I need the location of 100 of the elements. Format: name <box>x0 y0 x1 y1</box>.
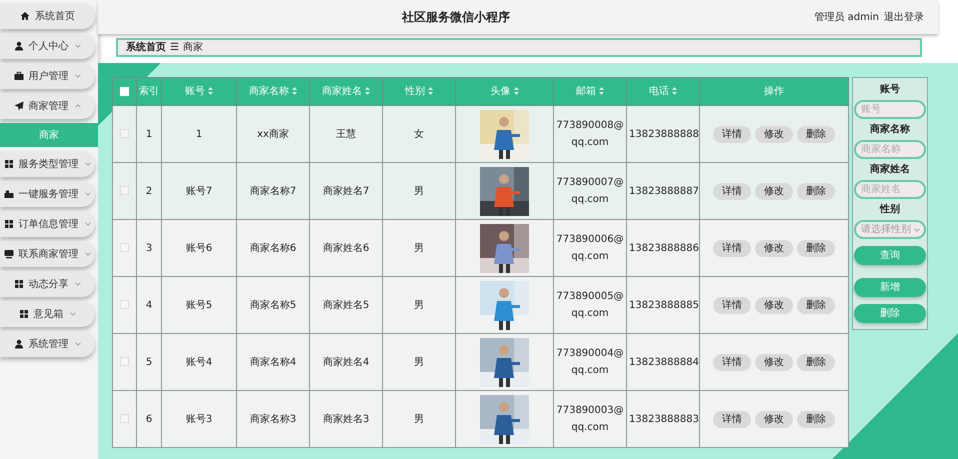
owner-name-cell: 王慧 <box>336 128 356 140</box>
sidebar-item[interactable]: 联系商家管理 <box>0 241 95 267</box>
phone-cell: 13823888883 <box>629 414 699 424</box>
breadcrumb-link[interactable]: 商家 <box>182 40 203 55</box>
person-icon <box>14 339 24 349</box>
field-label: 商家姓名 <box>870 162 910 177</box>
index-cell: 5 <box>146 356 152 368</box>
shop-name-cell: 商家名称4 <box>250 356 296 368</box>
email-cell: 773890007@qq.com <box>556 177 624 205</box>
app-title: 社区服务微信小程序 <box>400 9 512 26</box>
account-cell: 账号3 <box>186 414 212 424</box>
send-icon <box>14 101 24 111</box>
index-cell: 2 <box>146 186 152 196</box>
phone-cell: 13823888887 <box>629 186 699 196</box>
owner-name-cell: 商家姓名7 <box>322 186 370 196</box>
sidebar-item[interactable]: 系统管理 <box>0 331 95 357</box>
shop-name-cell: 商家名称5 <box>250 300 296 310</box>
breadcrumb-link[interactable]: 系统首页 <box>126 40 166 55</box>
sidebar-item[interactable]: 系统首页 <box>0 3 95 29</box>
grid-icon <box>18 309 28 319</box>
account-cell: 账号7 <box>186 186 212 196</box>
row-checkbox[interactable] <box>120 186 129 196</box>
email-cell: 773890008@qq.com <box>556 120 624 148</box>
action-button[interactable]: 详情 <box>713 126 751 142</box>
breadcrumb-separator: ☰ <box>170 41 179 55</box>
field-label: 商家名称 <box>870 122 910 137</box>
action-button[interactable]: 删除 <box>797 182 835 200</box>
shop-name-cell: 商家名称7 <box>250 186 296 196</box>
gender-cell: 男 <box>414 414 424 424</box>
chevron-icon <box>913 226 921 234</box>
email-cell: 773890005@qq.com <box>556 291 624 319</box>
shop-name-cell: xx商家 <box>257 128 289 140</box>
index-cell: 4 <box>146 300 152 310</box>
sidebar-item[interactable]: 用户管理 <box>0 63 95 89</box>
action-button[interactable]: 修改 <box>755 126 793 142</box>
sort-icon[interactable] <box>365 87 370 96</box>
action-button[interactable]: 修改 <box>755 354 793 370</box>
owner-name-cell: 商家姓名5 <box>322 300 370 310</box>
input-field[interactable]: 商家名称 <box>854 140 926 159</box>
grid-icon <box>4 219 14 229</box>
email-cell: 773890006@qq.com <box>556 234 624 262</box>
home-icon <box>20 11 30 21</box>
grid-icon <box>14 279 24 289</box>
phone-cell: 13823888886 <box>629 242 699 254</box>
input-field[interactable]: 账号 <box>854 100 926 119</box>
sidebar-item[interactable]: 意见箱 <box>0 301 95 327</box>
account-cell: 1 <box>196 128 202 140</box>
action-button[interactable]: 详情 <box>713 410 751 428</box>
sort-icon[interactable] <box>514 87 518 96</box>
action-button[interactable]: 删除 <box>797 410 835 428</box>
sidebar-item[interactable]: 个人中心 <box>0 33 95 59</box>
action-button[interactable]: 删除 <box>797 126 835 142</box>
sidebar-item[interactable]: 商家管理 <box>0 93 95 119</box>
sidebar-item[interactable]: 一键服务管理 <box>0 181 95 207</box>
shop-name-cell: 商家名称6 <box>250 242 296 254</box>
sort-icon[interactable] <box>208 87 213 96</box>
sort-icon[interactable] <box>428 87 433 96</box>
row-checkbox[interactable] <box>120 357 129 366</box>
sidebar-item[interactable]: 订单信息管理 <box>0 211 95 237</box>
sort-icon[interactable] <box>292 87 297 96</box>
monitor-icon <box>4 249 14 259</box>
row-checkbox[interactable] <box>120 300 129 310</box>
phone-cell: 13823888884 <box>629 356 699 368</box>
action-button[interactable]: 删除 <box>797 354 835 370</box>
logout-link[interactable]: 退出登录 <box>884 10 924 24</box>
select-all-checkbox[interactable] <box>120 86 129 96</box>
field-label: 性别 <box>880 202 900 217</box>
index-cell: 1 <box>146 128 152 140</box>
input-field[interactable]: 商家姓名 <box>854 180 926 199</box>
index-cell: 3 <box>146 242 152 254</box>
gender-cell: 男 <box>414 356 424 368</box>
sidebar-item[interactable]: 动态分享 <box>0 271 95 297</box>
action-button[interactable]: 删除 <box>797 240 835 256</box>
row-checkbox[interactable] <box>120 243 129 252</box>
action-button[interactable]: 修改 <box>755 410 793 428</box>
gender-cell: 男 <box>414 242 424 254</box>
owner-name-cell: 商家姓名6 <box>322 242 370 254</box>
gender-cell: 女 <box>414 128 424 140</box>
email-cell: 773890003@qq.com <box>556 405 624 433</box>
sidebar-item[interactable]: 服务类型管理 <box>0 151 95 177</box>
action-button[interactable]: 修改 <box>755 296 793 314</box>
field-label: 账号 <box>880 82 900 97</box>
gender-cell: 男 <box>414 186 424 196</box>
action-button[interactable]: 修改 <box>755 182 793 200</box>
index-cell: 6 <box>146 414 152 424</box>
gender-cell: 男 <box>414 300 424 310</box>
sort-icon[interactable] <box>599 87 604 96</box>
user-label: 管理员 admin <box>814 10 879 24</box>
grid-icon <box>4 159 14 169</box>
phone-cell: 13823888885 <box>629 300 699 310</box>
action-button[interactable]: 详情 <box>713 354 751 370</box>
row-checkbox[interactable] <box>120 414 129 424</box>
shop-name-cell: 商家名称3 <box>250 414 296 424</box>
action-button[interactable]: 详情 <box>713 182 751 200</box>
action-button[interactable]: 修改 <box>755 240 793 256</box>
action-button[interactable]: 详情 <box>713 240 751 256</box>
action-button[interactable]: 删除 <box>797 296 835 314</box>
action-button[interactable]: 详情 <box>713 296 751 314</box>
sort-icon[interactable] <box>672 87 677 96</box>
row-checkbox[interactable] <box>120 129 129 138</box>
